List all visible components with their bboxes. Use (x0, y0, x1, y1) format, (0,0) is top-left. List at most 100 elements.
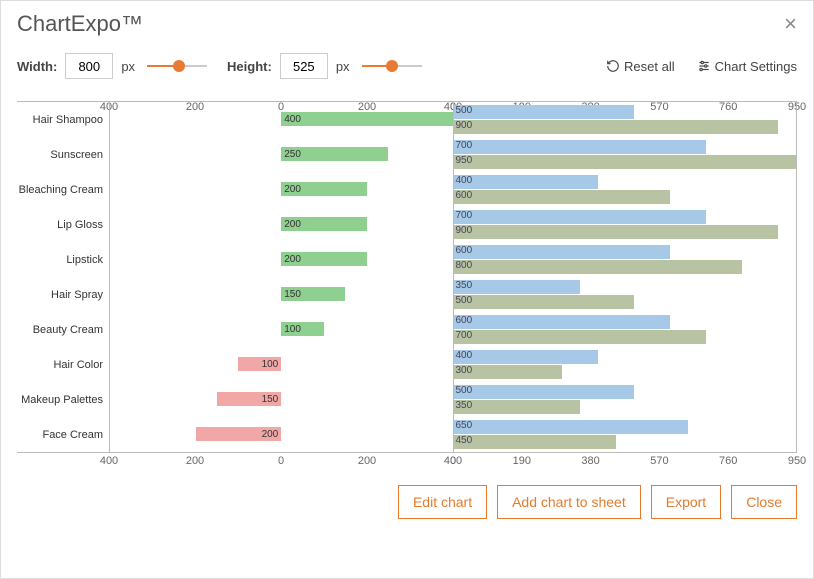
reset-all-button[interactable]: Reset all (606, 59, 675, 74)
chart-settings-label: Chart Settings (715, 59, 797, 74)
chart-settings-button[interactable]: Chart Settings (697, 59, 797, 74)
right-pane: 400300 (454, 347, 798, 382)
left-pane: 250 (109, 137, 454, 172)
bar-value-label: 200 (281, 254, 301, 265)
width-input[interactable] (65, 53, 113, 79)
table-row: Lipstick 200 600 800 (17, 242, 797, 277)
modal-header: ChartExpo™ × (1, 1, 813, 47)
bar-series-olive (454, 260, 742, 274)
bar-value-label: 500 (456, 295, 473, 306)
category-label: Face Cream (17, 417, 109, 452)
left-pane: 100 (109, 347, 454, 382)
bar-value-label: 650 (456, 420, 473, 431)
height-input[interactable] (280, 53, 328, 79)
axis-tick: 760 (719, 455, 737, 467)
table-row: Hair Spray 150 350500 (17, 277, 797, 312)
bar-series-blue (454, 315, 670, 329)
bar-series-blue (454, 105, 634, 119)
controls-bar: Width: px Height: px Reset all Chart Set… (1, 47, 813, 83)
px-label-1: px (121, 59, 135, 74)
top-axis: 4002000200400 0190380570760950 (17, 83, 797, 101)
bar-value-label: 250 (281, 149, 301, 160)
left-pane: 150 (109, 277, 454, 312)
axis-tick: 0 (450, 455, 456, 467)
left-pane: 200 (109, 417, 454, 452)
edit-chart-button[interactable]: Edit chart (398, 485, 487, 519)
bar-series-olive (454, 295, 634, 309)
axis-tick: 400 (100, 455, 118, 467)
chart-rows: Hair Shampoo400500900Sunscreen250700950B… (17, 101, 797, 453)
bar-value-label: 200 (281, 219, 301, 230)
right-pane: 350500 (454, 277, 798, 312)
left-pane: 200 (109, 242, 454, 277)
axis-tick: 950 (788, 455, 806, 467)
bar-value-label: 400 (456, 350, 473, 361)
right-pane: 650450 (454, 417, 798, 452)
bar-value-label: 350 (456, 400, 473, 411)
bar-value-label: 400 (456, 175, 473, 186)
bar-value-label: 700 (456, 210, 473, 221)
category-label: Hair Color (17, 347, 109, 382)
height-label: Height: (227, 59, 272, 74)
axis-tick: 570 (650, 455, 668, 467)
bar-value-label: 100 (281, 324, 301, 335)
left-pane: 200 (109, 207, 454, 242)
category-label: Beauty Cream (17, 312, 109, 347)
add-chart-button[interactable]: Add chart to sheet (497, 485, 641, 519)
bar-series-olive (454, 225, 778, 239)
bar-series-olive (454, 435, 616, 449)
table-row: Lip Gloss 200 700900 (17, 207, 797, 242)
category-label: Lip Gloss (17, 207, 109, 242)
bar-series-blue (454, 245, 670, 259)
bar-series-blue (454, 350, 598, 364)
bar-value-label: 700 (456, 140, 473, 151)
axis-tick: 380 (581, 455, 599, 467)
table-row: Beauty Cream100600700 (17, 312, 797, 347)
bar-series-blue (454, 280, 580, 294)
height-slider[interactable] (362, 58, 422, 74)
width-slider[interactable] (147, 58, 207, 74)
bar-value-label: 200 (259, 429, 282, 440)
left-pane: 100 (109, 312, 454, 347)
table-row: Face Cream 200 650450 (17, 417, 797, 452)
close-button[interactable]: Close (731, 485, 797, 519)
bar-value-label: 600 (456, 315, 473, 326)
chartexpo-modal: ChartExpo™ × Width: px Height: px Reset … (0, 0, 814, 579)
bar-value-label: 600 (456, 190, 473, 201)
category-label: Hair Spray (17, 277, 109, 312)
bar-positive (281, 112, 452, 126)
bar-value-label: 600 (456, 245, 473, 256)
bar-series-blue (454, 175, 598, 189)
undo-icon (606, 59, 620, 73)
right-pane: 500350 (454, 382, 798, 417)
reset-all-label: Reset all (624, 59, 675, 74)
table-row: Hair Color100400300 (17, 347, 797, 382)
close-icon[interactable]: × (784, 11, 797, 37)
bar-value-label: 200 (281, 184, 301, 195)
bar-value-label: 150 (281, 289, 301, 300)
width-label: Width: (17, 59, 57, 74)
table-row: Sunscreen250700950 (17, 137, 797, 172)
axis-tick: 190 (513, 455, 531, 467)
footer: Edit chart Add chart to sheet Export Clo… (1, 471, 813, 533)
axis-tick: 200 (358, 455, 376, 467)
left-pane: 200 (109, 172, 454, 207)
bar-value-label: 900 (456, 120, 473, 131)
bar-series-blue (454, 385, 634, 399)
bar-series-olive (454, 120, 778, 134)
export-button[interactable]: Export (651, 485, 721, 519)
bar-value-label: 800 (456, 260, 473, 271)
bar-series-blue (454, 420, 688, 434)
category-label: Hair Shampoo (17, 102, 109, 137)
bar-series-blue (454, 210, 706, 224)
bar-value-label: 500 (456, 105, 473, 116)
bar-series-olive (454, 400, 580, 414)
right-pane: 700900 (454, 207, 798, 242)
app-title: ChartExpo™ (17, 11, 143, 37)
category-label: Lipstick (17, 242, 109, 277)
axis-tick: 200 (186, 455, 204, 467)
bar-value-label: 950 (456, 155, 473, 166)
table-row: Makeup Palettes150500350 (17, 382, 797, 417)
axis-tick: 0 (278, 455, 284, 467)
category-label: Bleaching Cream (17, 172, 109, 207)
